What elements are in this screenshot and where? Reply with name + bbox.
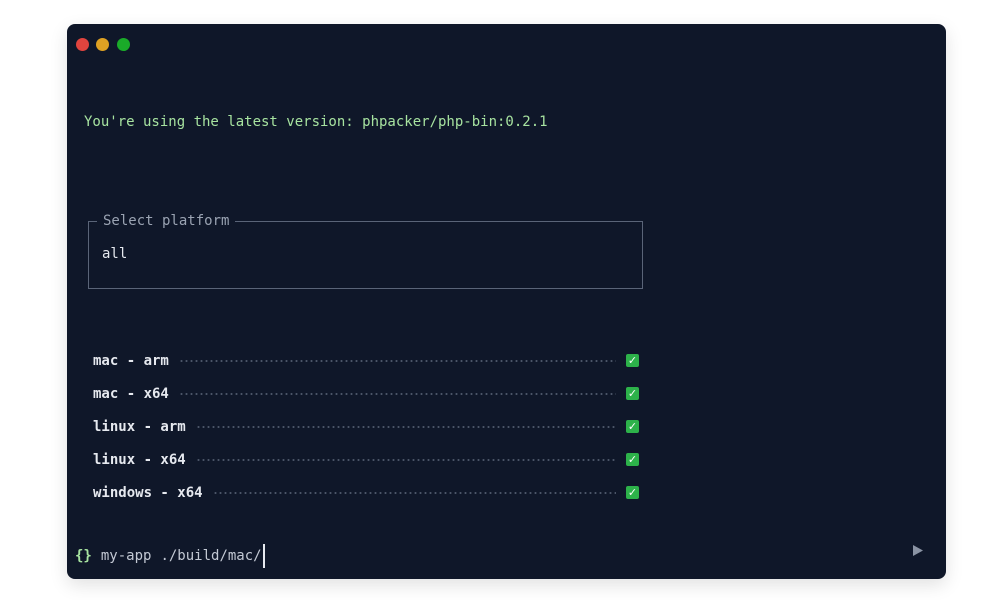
platform-label: windows - x64 [93,484,203,501]
platform-row: linux - x64 ✓ [93,443,639,476]
command-input-text[interactable]: ./build/mac/ [160,548,261,564]
dot-leader [178,392,616,395]
platform-label: linux - x64 [93,451,186,468]
close-window-button[interactable] [76,38,89,51]
dot-leader [195,458,616,461]
platform-select-label: Select platform [97,213,236,229]
platform-label: mac - arm [93,352,169,369]
platform-select-value: all [102,246,128,262]
platform-build-list: mac - arm ✓ mac - x64 ✓ linux - arm ✓ li… [93,344,639,509]
platform-row: linux - arm ✓ [93,410,639,443]
platform-select[interactable]: Select platform all [88,213,643,289]
check-icon: ✓ [626,354,639,367]
minimize-window-button[interactable] [96,38,109,51]
platform-row: mac - x64 ✓ [93,377,639,410]
terminal-window: You're using the latest version: phpacke… [67,24,946,579]
play-icon [913,544,923,556]
dot-leader [195,425,616,428]
dot-leader [212,491,616,494]
dot-leader [178,359,616,362]
platform-label: mac - x64 [93,385,169,402]
platform-label: linux - arm [93,418,186,435]
check-icon: ✓ [626,486,639,499]
platform-row: mac - arm ✓ [93,344,639,377]
platform-row: windows - x64 ✓ [93,476,639,509]
prompt-directory: my-app [100,548,152,564]
maximize-window-button[interactable] [117,38,130,51]
command-prompt[interactable]: {} my-app ./build/mac/ [75,543,265,569]
check-icon: ✓ [626,387,639,400]
text-cursor [262,544,265,568]
check-icon: ✓ [626,453,639,466]
check-icon: ✓ [626,420,639,433]
version-message: You're using the latest version: phpacke… [84,114,548,130]
prompt-braces-icon: {} [75,548,92,564]
play-button[interactable] [910,542,926,558]
